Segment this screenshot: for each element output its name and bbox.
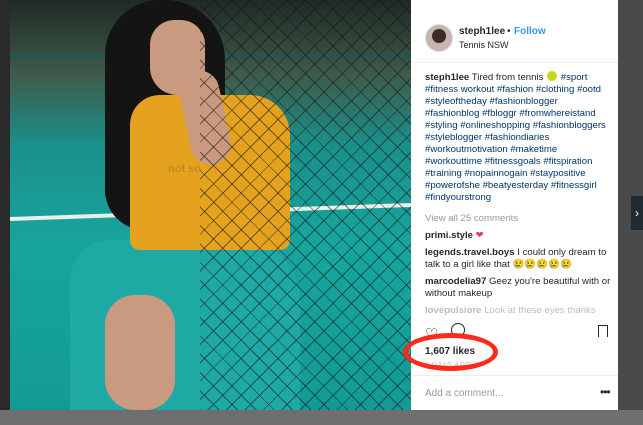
next-post-arrow-icon[interactable]: › <box>631 196 643 230</box>
comment-author[interactable]: lovepulsiore <box>425 305 482 316</box>
separator-dot: • <box>507 26 511 37</box>
bookmark-icon[interactable] <box>598 325 608 337</box>
heart-emoji-icon: ❤ <box>475 230 484 241</box>
comment-item: primi.style ❤ <box>425 230 611 242</box>
shirt-text: not so <box>168 163 201 175</box>
comment-author[interactable]: legends.travel.boys <box>425 247 515 258</box>
photo-leg <box>105 295 175 410</box>
likes-highlight-circle <box>403 333 498 371</box>
caption-text: Tired from tennis <box>471 72 544 83</box>
add-comment-input[interactable]: Add a comment... <box>425 388 503 399</box>
post-header: steph1lee • Follow Tennis NSW <box>411 0 618 63</box>
more-options-icon[interactable]: ••• <box>600 385 611 399</box>
comment-author[interactable]: primi.style <box>425 230 473 241</box>
post-photo[interactable]: not so <box>10 0 411 410</box>
post-username[interactable]: steph1lee <box>459 26 505 37</box>
chain-link-fence <box>200 0 411 410</box>
view-all-comments-link[interactable]: View all 25 comments <box>425 213 611 225</box>
comment-item: lovepulsiore Look at these eyes thanks <box>425 305 611 317</box>
comment-item: marcodelia97 Geez you're beautiful with … <box>425 276 611 300</box>
avatar[interactable] <box>425 24 453 52</box>
location-link[interactable]: Tennis NSW <box>459 40 509 50</box>
divider <box>411 375 618 376</box>
comment-author[interactable]: marcodelia97 <box>425 276 486 287</box>
caption: steph1lee Tired from tennis #sport #fitn… <box>425 71 611 204</box>
backdrop-left <box>0 0 10 425</box>
comment-item: legends.travel.boys I could only dream t… <box>425 247 611 271</box>
caption-hashtags[interactable]: #sport #fitness workout #fashion #clothi… <box>425 72 606 203</box>
caption-author[interactable]: steph1lee <box>425 72 469 83</box>
comments-list: steph1lee Tired from tennis #sport #fitn… <box>425 71 611 317</box>
comment-text: Look at these eyes thanks <box>484 305 596 316</box>
follow-button[interactable]: Follow <box>514 26 546 37</box>
tennis-ball-icon <box>547 71 558 81</box>
backdrop-bottom <box>0 410 643 425</box>
